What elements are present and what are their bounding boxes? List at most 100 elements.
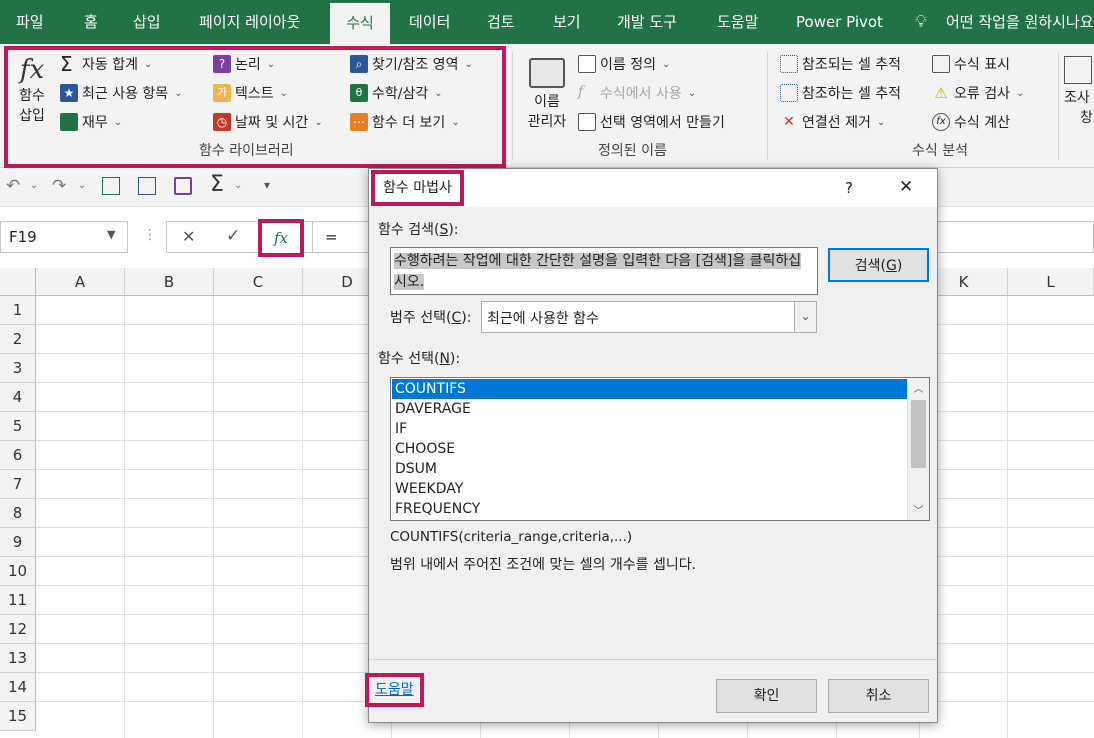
customize-qat-icon[interactable]: ▾ xyxy=(264,178,270,192)
tab-insert[interactable]: 삽입 xyxy=(133,0,161,44)
logical-button[interactable]: ? 논리 ⌄ xyxy=(213,52,275,76)
text-button[interactable]: 가 텍스트 ⌄ xyxy=(213,81,288,105)
chevron-down-icon: ⌄ xyxy=(113,116,123,128)
trace-precedents-button[interactable]: 참조되는 셀 추적 xyxy=(780,52,901,76)
list-item[interactable]: FREQUENCY xyxy=(392,499,907,519)
column-header[interactable]: A xyxy=(36,268,125,296)
row-header[interactable]: 4 xyxy=(0,383,36,412)
tab-review[interactable]: 검토 xyxy=(487,0,515,44)
row-header[interactable]: 10 xyxy=(0,557,36,586)
help-link[interactable]: 도움말 xyxy=(365,673,424,707)
list-item[interactable]: WEEKDAY xyxy=(392,479,907,499)
form-icon[interactable] xyxy=(138,177,156,195)
row-header[interactable]: 3 xyxy=(0,354,36,383)
warning-icon: ⚠ xyxy=(934,84,948,102)
name-box[interactable]: F19 ▼ xyxy=(0,221,128,253)
tab-data[interactable]: 데이터 xyxy=(409,0,450,44)
help-icon[interactable]: ? xyxy=(845,179,853,197)
chevron-down-icon[interactable]: ⌄ xyxy=(234,180,242,191)
undo-icon[interactable]: ↶ xyxy=(6,176,20,196)
chevron-down-icon[interactable]: ⌄ xyxy=(794,302,816,332)
chevron-down-icon[interactable]: ⌄ xyxy=(78,180,86,191)
create-from-selection-button[interactable]: 선택 영역에서 만들기 xyxy=(578,110,725,134)
search-button[interactable]: 검색(G) xyxy=(828,248,929,282)
watch-window-icon xyxy=(1064,56,1092,84)
category-label: 범주 선택(C): xyxy=(390,310,472,326)
function-list[interactable]: COUNTIFS DAVERAGE IF CHOOSE DSUM WEEKDAY… xyxy=(390,377,930,521)
dialog-title-bar[interactable]: 함수 마법사 ? ✕ xyxy=(369,169,937,207)
tab-power-pivot[interactable]: Power Pivot xyxy=(796,0,883,44)
column-header[interactable]: C xyxy=(214,268,303,296)
column-header[interactable]: L xyxy=(1008,268,1094,296)
name-manager-button[interactable]: 이름 관리자 xyxy=(522,58,572,132)
scroll-up-icon[interactable]: ︿ xyxy=(908,380,929,395)
close-icon[interactable]: ✕ xyxy=(899,177,913,197)
use-in-formula-button[interactable]: 𝑓 수식에서 사용 ⌄ xyxy=(578,81,696,105)
list-item[interactable]: CHOOSE xyxy=(392,439,907,459)
show-formulas-button[interactable]: 수식 표시 xyxy=(932,52,1010,76)
name-manager-label-2: 관리자 xyxy=(527,114,567,130)
trace-dependents-button[interactable]: 참조하는 셀 추적 xyxy=(780,81,901,105)
list-item[interactable]: DSUM xyxy=(392,459,907,479)
save-icon[interactable] xyxy=(174,177,192,195)
tab-view[interactable]: 보기 xyxy=(553,0,581,44)
list-item[interactable]: IF xyxy=(392,419,907,439)
insert-function-fx-button[interactable]: fx xyxy=(258,219,304,257)
remove-arrows-button[interactable]: ✕ 연결선 제거 ⌄ xyxy=(780,110,885,134)
column-header[interactable]: B xyxy=(125,268,214,296)
watch-window-button[interactable]: 조사 창 xyxy=(1064,56,1094,128)
row-header[interactable]: 14 xyxy=(0,673,36,702)
lookup-button[interactable]: ⌕ 찾기/참조 영역 ⌄ xyxy=(350,52,473,76)
chart-icon[interactable] xyxy=(102,177,120,195)
trace-dependents-icon xyxy=(780,84,798,102)
cancel-button[interactable]: 취소 xyxy=(828,679,929,713)
function-list-scrollbar[interactable]: ︿ ﹀ xyxy=(907,378,929,520)
row-header[interactable]: 11 xyxy=(0,586,36,615)
chevron-down-icon[interactable]: ▼ xyxy=(107,228,115,241)
tab-file[interactable]: 파일 xyxy=(16,0,44,44)
tab-developer[interactable]: 개발 도구 xyxy=(617,0,677,44)
financial-button[interactable]: 재무 ⌄ xyxy=(60,110,122,134)
row-header[interactable]: 12 xyxy=(0,615,36,644)
tab-page-layout[interactable]: 페이지 레이아웃 xyxy=(199,0,300,44)
theta-book-icon: θ xyxy=(350,84,368,102)
cancel-icon[interactable]: ✕ xyxy=(182,227,195,246)
autosum-button[interactable]: Σ 자동 합계 ⌄ xyxy=(60,52,152,76)
tell-me-box[interactable]: 어떤 작업을 원하시나요 xyxy=(946,0,1094,44)
evaluate-formula-button[interactable]: fx 수식 계산 xyxy=(932,110,1010,134)
tab-home[interactable]: 홈 xyxy=(84,0,98,44)
select-all-corner[interactable] xyxy=(0,268,36,296)
row-header[interactable]: 13 xyxy=(0,644,36,673)
row-header[interactable]: 9 xyxy=(0,528,36,557)
tab-formulas[interactable]: 수식 xyxy=(330,0,390,44)
formula-text: = xyxy=(325,228,338,246)
insert-function-button[interactable]: fx 함수 삽입 xyxy=(14,54,50,126)
math-label: 수학/삼각 xyxy=(372,86,429,102)
datetime-button[interactable]: ◷ 날짜 및 시간 ⌄ xyxy=(213,110,323,134)
row-header[interactable]: 2 xyxy=(0,325,36,354)
error-checking-button[interactable]: ⚠ 오류 검사 ⌄ xyxy=(932,81,1024,105)
name-manager-label-1: 이름 xyxy=(534,94,560,110)
category-select[interactable]: 최근에 사용한 함수 ⌄ xyxy=(481,301,817,333)
math-button[interactable]: θ 수학/삼각 ⌄ xyxy=(350,81,443,105)
sigma-icon[interactable]: Σ xyxy=(210,172,224,197)
chevron-down-icon[interactable]: ⌄ xyxy=(30,180,38,191)
row-header[interactable]: 8 xyxy=(0,499,36,528)
scrollbar-thumb[interactable] xyxy=(911,400,926,468)
row-header[interactable]: 5 xyxy=(0,412,36,441)
row-header[interactable]: 6 xyxy=(0,441,36,470)
scroll-down-icon[interactable]: ﹀ xyxy=(908,502,929,517)
tab-help[interactable]: 도움말 xyxy=(717,0,758,44)
enter-icon[interactable]: ✓ xyxy=(226,226,240,246)
more-functions-button[interactable]: ⋯ 함수 더 보기 ⌄ xyxy=(350,110,460,134)
row-header[interactable]: 7 xyxy=(0,470,36,499)
recent-functions-button[interactable]: ★ 최근 사용 항목 ⌄ xyxy=(60,81,183,105)
row-header[interactable]: 1 xyxy=(0,296,36,325)
ok-button[interactable]: 확인 xyxy=(716,679,817,713)
define-name-button[interactable]: 이름 정의 ⌄ xyxy=(578,52,670,76)
list-item[interactable]: DAVERAGE xyxy=(392,399,907,419)
search-function-input[interactable]: 수행하려는 작업에 대한 간단한 설명을 입력한 다음 [검색]을 클릭하십시오… xyxy=(390,247,818,295)
row-header[interactable]: 15 xyxy=(0,702,36,731)
list-item[interactable]: COUNTIFS xyxy=(392,379,907,399)
redo-icon[interactable]: ↷ xyxy=(52,176,66,196)
